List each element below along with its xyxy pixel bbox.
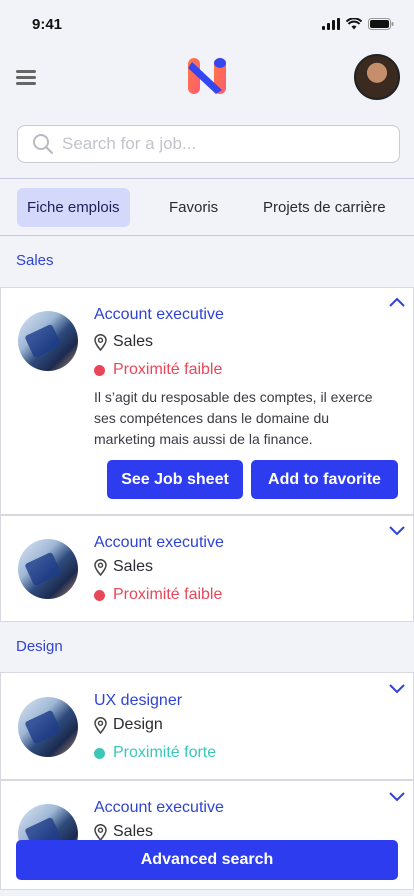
- job-proximity-label: Proximité faible: [113, 361, 223, 378]
- job-image: [18, 539, 78, 599]
- chevron-down-icon[interactable]: [389, 684, 405, 694]
- search-input[interactable]: [62, 134, 382, 154]
- job-location: Sales: [94, 333, 153, 351]
- job-location-label: Sales: [113, 333, 154, 350]
- job-description: Il s’agit du resposable des comptes, il …: [94, 389, 373, 447]
- user-avatar[interactable]: [354, 54, 400, 100]
- location-pin-icon: [94, 333, 107, 351]
- chevron-down-icon[interactable]: [389, 792, 405, 802]
- wifi-icon: [346, 18, 362, 30]
- search-bar[interactable]: [17, 125, 400, 163]
- job-location-label: Sales: [113, 823, 154, 840]
- search-icon: [33, 134, 54, 155]
- proximity-dot: [94, 747, 105, 759]
- hamburger-menu-icon[interactable]: [16, 70, 36, 86]
- job-card[interactable]: Account executive Sales Proximité faible…: [0, 287, 414, 515]
- job-location: Sales: [94, 558, 153, 576]
- job-location-label: Sales: [113, 558, 154, 575]
- add-to-favorite-button[interactable]: Add to favorite: [251, 460, 398, 499]
- location-pin-icon: [94, 558, 107, 576]
- job-location: Design: [94, 716, 163, 734]
- job-image: [18, 311, 78, 371]
- job-proximity: Proximité faible: [94, 361, 222, 379]
- status-icons: [322, 18, 394, 30]
- tab-bar: Fiche emplois Favoris Projets de carrièr…: [0, 178, 414, 236]
- section-title-design: Design: [16, 638, 63, 655]
- see-job-sheet-button[interactable]: See Job sheet: [107, 460, 243, 499]
- app-header: [0, 50, 414, 112]
- job-title[interactable]: Account executive: [94, 534, 224, 552]
- job-image: [18, 697, 78, 757]
- job-card[interactable]: UX designer Design Proximité forte: [0, 672, 414, 780]
- job-title[interactable]: Account executive: [94, 306, 224, 324]
- location-pin-icon: [94, 823, 107, 841]
- location-pin-icon: [94, 716, 107, 734]
- job-proximity-label: Proximité forte: [113, 744, 217, 761]
- job-location: Sales: [94, 823, 153, 841]
- tab-fiche-emplois[interactable]: Fiche emplois: [17, 188, 130, 227]
- app-logo: [188, 58, 226, 94]
- chevron-down-icon[interactable]: [389, 526, 405, 536]
- tab-projets-de-carriere[interactable]: Projets de carrière: [263, 188, 386, 227]
- signal-icon: [322, 18, 340, 30]
- section-title-sales: Sales: [16, 252, 54, 269]
- job-location-label: Design: [113, 716, 163, 733]
- job-title[interactable]: UX designer: [94, 692, 182, 710]
- job-proximity: Proximité faible: [94, 586, 222, 604]
- battery-icon: [368, 18, 394, 30]
- status-bar: 9:41: [0, 0, 414, 50]
- status-time: 9:41: [32, 16, 63, 33]
- advanced-search-button[interactable]: Advanced search: [16, 840, 398, 880]
- chevron-up-icon[interactable]: [389, 297, 405, 307]
- job-card[interactable]: Account executive Sales Proximité faible: [0, 515, 414, 622]
- job-proximity: Proximité forte: [94, 744, 216, 762]
- proximity-dot: [94, 364, 105, 376]
- proximity-dot: [94, 589, 105, 601]
- tab-favoris[interactable]: Favoris: [169, 188, 218, 227]
- job-proximity-label: Proximité faible: [113, 586, 223, 603]
- job-title[interactable]: Account executive: [94, 799, 224, 817]
